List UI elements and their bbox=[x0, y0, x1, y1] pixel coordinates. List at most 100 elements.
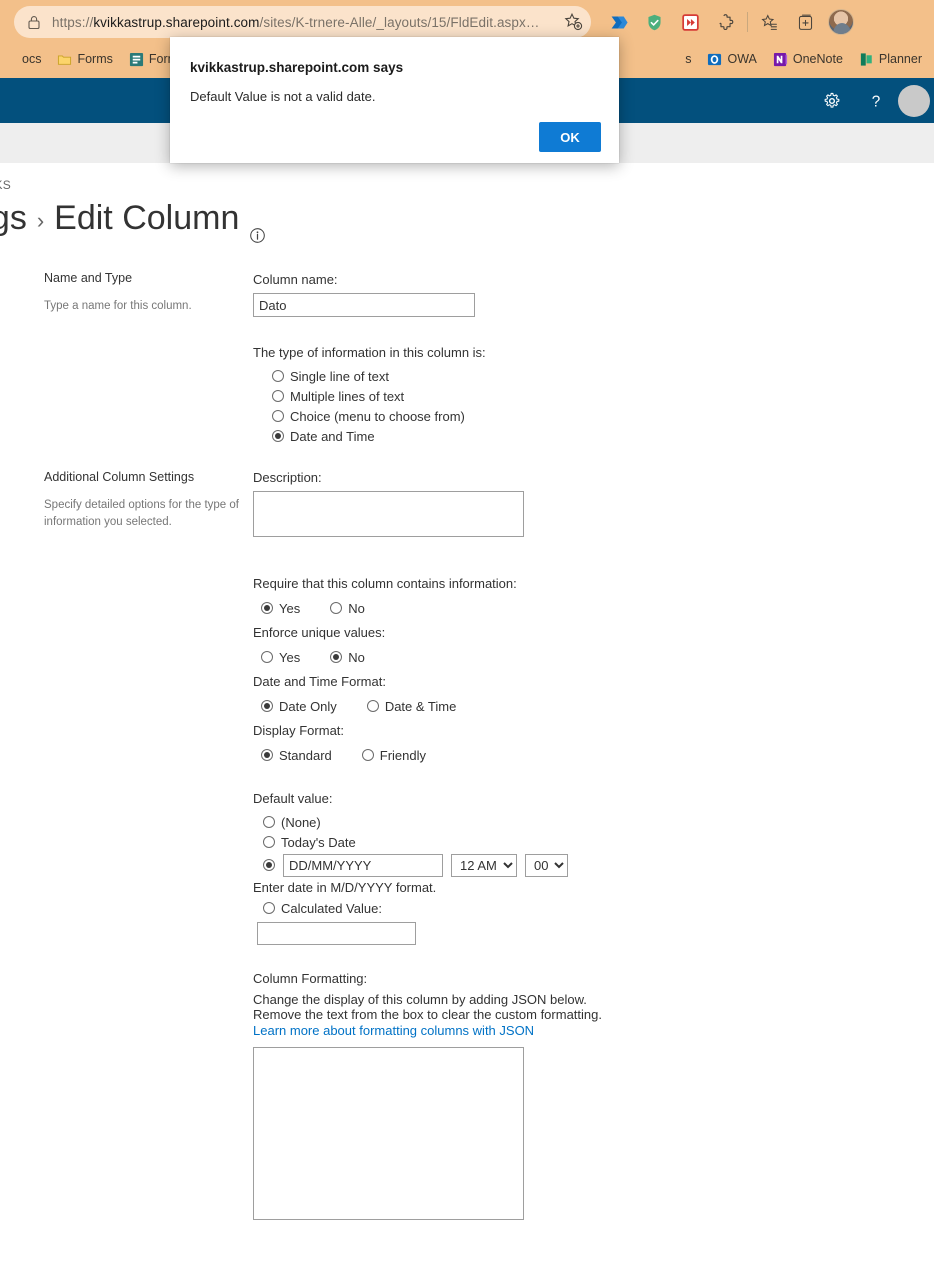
name-and-type-fields: Column name: The type of information in … bbox=[253, 272, 813, 446]
require-information-radio-group: Yes No bbox=[253, 597, 813, 619]
bookmark-label: s bbox=[685, 52, 692, 66]
bookmark-label: OneNote bbox=[792, 52, 843, 66]
bookmark-label: OWA bbox=[727, 52, 757, 66]
section-additional-settings: Additional Column Settings Specify detai… bbox=[0, 458, 934, 1238]
bookmark-item[interactable]: ocs bbox=[0, 47, 49, 71]
default-minute-select[interactable]: 00 bbox=[525, 853, 568, 877]
dialog-ok-button[interactable]: OK bbox=[539, 122, 601, 152]
radio-indicator bbox=[272, 370, 284, 382]
name-and-type-labels: Name and Type Type a name for this colum… bbox=[44, 271, 244, 315]
default-hour-select[interactable]: 12 AM bbox=[451, 853, 517, 877]
bookmark-label: Planner bbox=[878, 52, 922, 66]
radio-date-only[interactable] bbox=[261, 700, 273, 712]
additional-settings-labels: Additional Column Settings Specify detai… bbox=[44, 470, 244, 530]
formatting-json-help-link[interactable]: Learn more about formatting columns with… bbox=[253, 1023, 534, 1038]
radio-default-today[interactable] bbox=[263, 836, 275, 848]
radio-label: Standard bbox=[279, 747, 332, 763]
radio-calculated-value[interactable] bbox=[263, 902, 275, 914]
column-formatting-textarea[interactable] bbox=[253, 1047, 524, 1220]
url-path: /sites/K-trnere-Alle/_layouts/15/FldEdit… bbox=[259, 14, 540, 30]
date-format-hint: Enter date in M/D/YYYY format. bbox=[253, 880, 437, 895]
radio-date-and-time[interactable]: Date and Time bbox=[253, 426, 813, 446]
section-heading: Name and Type bbox=[44, 271, 133, 285]
additional-settings-fields: Description: Require that this column co… bbox=[253, 470, 813, 1225]
bookmark-item[interactable]: Forms bbox=[49, 47, 120, 71]
profile-avatar-icon[interactable] bbox=[823, 4, 859, 40]
column-type-label: The type of information in this column i… bbox=[253, 345, 486, 360]
require-information-label: Require that this column contains inform… bbox=[253, 576, 517, 591]
puzzle-extensions-icon[interactable] bbox=[708, 4, 744, 40]
description-label: Description: bbox=[253, 470, 322, 485]
dialog-title: kvikkastrup.sharepoint.com says bbox=[190, 60, 404, 75]
breadcrumb[interactable]: IKS bbox=[0, 178, 11, 192]
radio-friendly[interactable] bbox=[361, 749, 374, 761]
column-formatting-label: Column Formatting: bbox=[253, 971, 368, 986]
suite-bar-actions: ? bbox=[810, 78, 934, 123]
screen-root: https://kvikkastrup.sharepoint.com/sites… bbox=[0, 0, 934, 1270]
dialog-message: Default Value is not a valid date. bbox=[190, 89, 376, 104]
add-favorite-star-icon[interactable] bbox=[563, 12, 583, 32]
radio-default-custom[interactable] bbox=[263, 859, 275, 871]
page-title-prefix[interactable]: ngs bbox=[0, 199, 27, 238]
collections-icon[interactable] bbox=[787, 4, 823, 40]
avatar bbox=[828, 9, 854, 35]
default-value-today-row[interactable]: Today's Date bbox=[253, 832, 813, 852]
radio-label: Yes bbox=[279, 649, 301, 665]
enforce-unique-label: Enforce unique values: bbox=[253, 625, 386, 640]
display-format-label: Display Format: bbox=[253, 723, 345, 738]
bookmark-item[interactable]: OneNote bbox=[765, 47, 851, 71]
radio-require-yes[interactable] bbox=[261, 602, 273, 614]
description-textarea[interactable] bbox=[253, 491, 524, 537]
column-formatting-line1: Change the display of this column by add… bbox=[253, 992, 587, 1007]
url-scheme: https:// bbox=[52, 14, 94, 30]
shield-check-icon[interactable] bbox=[636, 4, 672, 40]
folder-icon bbox=[57, 52, 72, 67]
default-value-custom-row: 12 AM 00 bbox=[253, 852, 813, 878]
radio-unique-yes[interactable] bbox=[261, 651, 273, 663]
enforce-unique-radio-group: Yes No bbox=[253, 646, 813, 668]
radio-date-and-time-format[interactable] bbox=[366, 700, 379, 712]
radio-standard[interactable] bbox=[261, 749, 273, 761]
bookmark-item[interactable]: s bbox=[677, 47, 699, 71]
planner-icon bbox=[859, 52, 874, 67]
help-question-icon[interactable]: ? bbox=[854, 78, 898, 123]
default-value-none-row[interactable]: (None) bbox=[253, 812, 813, 832]
default-date-input[interactable] bbox=[283, 853, 443, 877]
radio-multiple-lines-of-text[interactable]: Multiple lines of text bbox=[253, 386, 813, 406]
calculated-value-input[interactable] bbox=[257, 922, 416, 945]
default-value-label: Default value: bbox=[253, 791, 333, 806]
power-automate-icon[interactable] bbox=[600, 4, 636, 40]
lock-icon bbox=[26, 14, 42, 30]
bookmark-label: Forms bbox=[77, 52, 113, 66]
radio-label: No bbox=[348, 649, 365, 665]
radio-label: Single line of text bbox=[290, 368, 390, 384]
ms-forms-icon bbox=[129, 52, 144, 67]
display-format-radio-group: Standard Friendly bbox=[253, 744, 813, 766]
pdf-extension-icon[interactable] bbox=[672, 4, 708, 40]
bookmark-item[interactable]: Planner bbox=[851, 47, 930, 71]
info-circle-icon[interactable] bbox=[249, 214, 266, 243]
partial-bookmark-icon bbox=[2, 52, 17, 67]
radio-default-none[interactable] bbox=[263, 816, 275, 828]
gear-icon[interactable] bbox=[810, 78, 854, 123]
radio-label: Yes bbox=[279, 600, 301, 616]
user-avatar[interactable] bbox=[898, 84, 930, 117]
favorites-list-icon[interactable] bbox=[751, 4, 787, 40]
section-name-and-type: Name and Type Type a name for this colum… bbox=[0, 258, 934, 458]
column-formatting-line2: Remove the text from the box to clear th… bbox=[253, 1007, 602, 1022]
radio-choice[interactable]: Choice (menu to choose from) bbox=[253, 406, 813, 426]
javascript-alert-dialog: kvikkastrup.sharepoint.com says Default … bbox=[170, 37, 619, 163]
radio-single-line-of-text[interactable]: Single line of text bbox=[253, 366, 813, 386]
browser-toolbar-icons bbox=[600, 4, 859, 40]
svg-text:?: ? bbox=[872, 93, 881, 110]
bookmark-item[interactable]: OWA bbox=[699, 47, 764, 71]
radio-unique-no[interactable] bbox=[330, 651, 343, 663]
radio-require-no[interactable] bbox=[330, 602, 343, 614]
radio-label: Choice (menu to choose from) bbox=[290, 408, 465, 424]
section-description: Type a name for this column. bbox=[44, 300, 192, 312]
address-bar[interactable]: https://kvikkastrup.sharepoint.com/sites… bbox=[14, 6, 591, 38]
calculated-value-row[interactable]: Calculated Value: bbox=[253, 897, 813, 919]
url-host: kvikkastrup.sharepoint.com bbox=[93, 14, 260, 30]
bookmark-label: ocs bbox=[22, 52, 42, 66]
column-name-input[interactable] bbox=[253, 293, 475, 317]
